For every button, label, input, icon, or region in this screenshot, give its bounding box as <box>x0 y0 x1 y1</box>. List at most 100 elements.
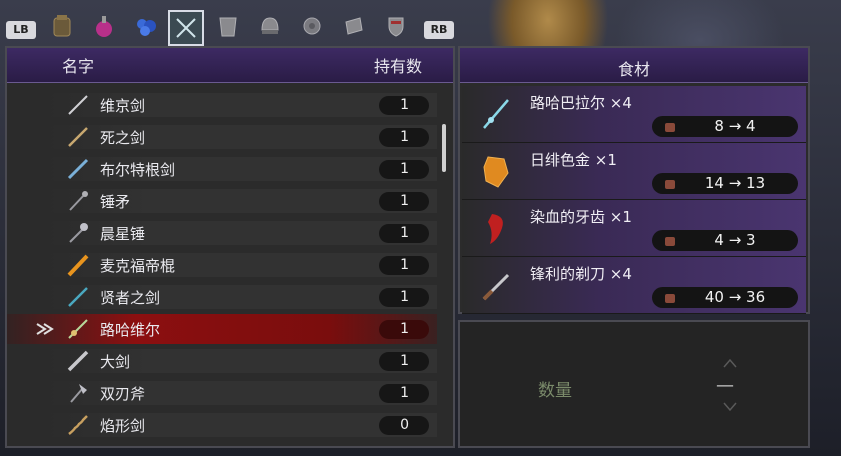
list-item-selected[interactable]: 路哈维尔 1 <box>7 314 437 344</box>
ingredient-count: 40 → 36 <box>652 287 798 308</box>
ingredients-panel: 食材 路哈巴拉尔 ×4 8 → 4 日绯色金 ×1 14 → 13 染血的牙齿 … <box>458 46 810 314</box>
helmet-icon <box>261 17 279 34</box>
shield-icon <box>388 17 404 37</box>
mace-icon <box>69 191 88 211</box>
list-item[interactable]: 晨星锤 1 <box>7 218 437 248</box>
axe-icon <box>70 384 87 403</box>
item-qty: 1 <box>379 160 429 179</box>
item-name: 维京剑 <box>100 97 146 115</box>
bag-icon <box>665 180 675 189</box>
ingredient-count: 8 → 4 <box>652 116 798 137</box>
bracer-icon <box>345 17 363 35</box>
ingredient-count-value: 40 → 36 <box>704 288 766 306</box>
tab-boots[interactable] <box>336 8 372 44</box>
list-item[interactable]: 焰形剑 0 <box>7 410 437 440</box>
item-qty: 1 <box>379 288 429 307</box>
item-qty: 1 <box>379 256 429 275</box>
item-name: 麦克福帝棍 <box>100 257 176 275</box>
tab-helmets[interactable] <box>252 8 288 44</box>
ingredient-count-value: 4 → 3 <box>714 231 756 249</box>
ingredient-name: 锋利的剃刀 ×4 <box>530 265 632 283</box>
razor-icon <box>482 273 510 301</box>
ingredient-name: 染血的牙齿 ×1 <box>530 208 632 226</box>
tab-materials[interactable] <box>128 8 164 44</box>
item-qty: 1 <box>379 224 429 243</box>
quantity-value[interactable]: — <box>716 375 734 396</box>
bag-icon <box>665 123 675 132</box>
ornate-sword-icon <box>68 319 88 339</box>
item-qty: 1 <box>379 352 429 371</box>
bag-icon <box>665 294 675 303</box>
ingredients-title: 食材 <box>617 60 650 79</box>
list-item[interactable]: 麦克福帝棍 1 <box>7 250 437 280</box>
item-name: 晨星锤 <box>100 225 146 243</box>
gauntlet-icon <box>303 17 321 35</box>
quantity-label: 数量 <box>538 381 572 401</box>
quantity-panel: 数量 — <box>458 320 810 448</box>
item-name: 布尔特根剑 <box>100 161 176 179</box>
item-qty: 0 <box>379 416 429 435</box>
ingredient-row: 日绯色金 ×1 14 → 13 <box>462 143 806 200</box>
item-name: 路哈维尔 <box>100 321 161 339</box>
club-icon <box>67 254 89 277</box>
sword-icon <box>68 127 88 147</box>
tab-body-armor[interactable] <box>210 8 246 44</box>
item-qty: 1 <box>379 128 429 147</box>
potion-icon <box>96 16 112 37</box>
ingredient-count: 4 → 3 <box>652 230 798 251</box>
chevron-up-icon[interactable] <box>723 358 737 368</box>
morning-star-icon <box>69 223 88 243</box>
item-qty: 1 <box>379 192 429 211</box>
item-name: 死之剑 <box>100 129 146 147</box>
ingredient-name: 日绯色金 ×1 <box>530 151 617 169</box>
rb-button[interactable]: RB <box>424 21 454 39</box>
crossed-swords-icon <box>176 18 196 38</box>
sword-icon <box>68 95 88 115</box>
sword-icon <box>68 287 88 307</box>
list-item[interactable]: 双刃斧 1 <box>7 378 437 408</box>
ore-icon <box>483 156 509 188</box>
item-name: 双刃斧 <box>100 385 146 403</box>
item-name: 锤矛 <box>100 193 131 211</box>
ingredient-row: 路哈巴拉尔 ×4 8 → 4 <box>462 86 806 143</box>
item-name: 焰形剑 <box>100 417 146 435</box>
weapon-list-panel: 名字 持有数 维京剑 1 死之剑 1 布尔特根剑 1 锤矛 1 晨星锤 1 麦克… <box>5 46 455 448</box>
ingredient-count: 14 → 13 <box>652 173 798 194</box>
greatsword-icon <box>67 350 89 372</box>
list-item[interactable]: 贤者之剑 1 <box>7 282 437 312</box>
category-tab-bar: LB RB <box>0 0 460 46</box>
weapon-list-header: 名字 持有数 <box>7 48 453 83</box>
tab-shields[interactable] <box>378 8 414 44</box>
lb-button[interactable]: LB <box>6 21 36 39</box>
ingredient-count-value: 8 → 4 <box>714 117 756 135</box>
list-item[interactable]: 大剑 1 <box>7 346 437 376</box>
gem-cluster-icon <box>137 19 156 36</box>
tab-potions[interactable] <box>86 8 122 44</box>
tab-accessories[interactable] <box>294 8 330 44</box>
fang-icon <box>488 214 503 244</box>
column-name-header: 名字 <box>62 57 95 76</box>
list-item[interactable]: 维京剑 1 <box>7 90 437 120</box>
ingredient-row: 染血的牙齿 ×1 4 → 3 <box>462 200 806 257</box>
ornate-sword-icon <box>483 99 509 129</box>
chestplate-icon <box>219 17 237 37</box>
item-qty: 1 <box>379 96 429 115</box>
selection-cursor-icon <box>36 323 54 335</box>
list-item[interactable]: 布尔特根剑 1 <box>7 154 437 184</box>
chevron-down-icon[interactable] <box>723 402 737 412</box>
tab-weapons[interactable] <box>168 10 204 46</box>
flamberge-icon <box>68 415 88 435</box>
tab-armor-bag[interactable] <box>44 8 80 44</box>
bag-icon <box>665 237 675 246</box>
ingredient-row: 锋利的剃刀 ×4 40 → 36 <box>462 257 806 314</box>
ingredient-name: 路哈巴拉尔 ×4 <box>530 94 632 112</box>
item-qty: 1 <box>379 320 429 339</box>
sword-icon <box>67 158 89 180</box>
armor-bag-icon <box>53 15 71 37</box>
item-name: 贤者之剑 <box>100 289 161 307</box>
list-item[interactable]: 锤矛 1 <box>7 186 437 216</box>
list-item[interactable]: 死之剑 1 <box>7 122 437 152</box>
item-qty: 1 <box>379 384 429 403</box>
column-qty-header: 持有数 <box>374 57 423 76</box>
list-scrollbar[interactable] <box>442 124 446 172</box>
